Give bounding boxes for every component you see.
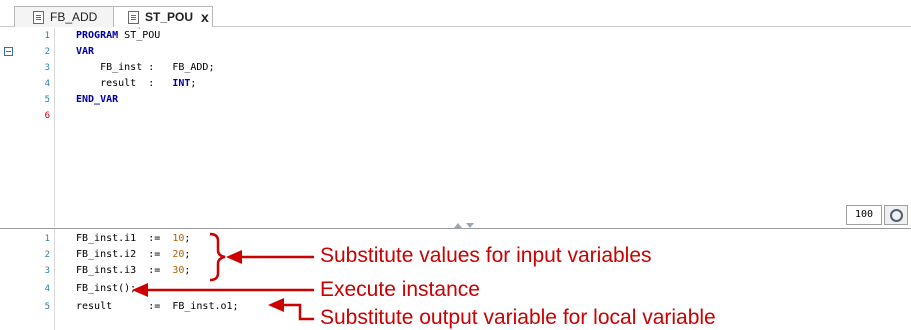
code-text: result := FB_inst.o1; <box>76 301 239 312</box>
code-line: 5 result := FB_inst.o1; <box>0 299 340 315</box>
line-number: 6 <box>44 111 50 121</box>
code-line: 2 FB_inst.i2 := 20; <box>0 247 340 263</box>
editor-tab-strip: FB_ADD ST_POU x <box>0 0 911 27</box>
tab-fb-add[interactable]: FB_ADD <box>14 6 124 27</box>
code-suffix: ; <box>190 78 197 89</box>
keyword: END_VAR <box>76 94 119 105</box>
code-text: FB_inst : FB_ADD; <box>76 62 215 73</box>
tab-label: FB_ADD <box>50 10 98 24</box>
number-literal: 10 <box>172 233 185 244</box>
code-line: 2 VAR <box>0 44 340 60</box>
code-suffix: ; <box>184 249 191 260</box>
code-suffix: ; <box>184 265 191 276</box>
line-number: 3 <box>44 266 50 276</box>
zoom-icon[interactable] <box>884 205 908 225</box>
declaration-editor[interactable]: 1 PROGRAM ST_POU 2 VAR 3 FB_inst : FB_AD… <box>0 28 911 227</box>
line-number: 4 <box>44 284 50 294</box>
code-suffix: ; <box>184 233 191 244</box>
code-text: FB_inst.i3 := <box>76 265 173 276</box>
number-literal: 30 <box>172 265 185 276</box>
code-line: 6 <box>0 108 340 124</box>
line-number: 2 <box>44 47 50 57</box>
line-number: 5 <box>44 302 50 312</box>
document-icon <box>33 10 44 24</box>
line-number: 1 <box>44 31 50 41</box>
code-text: ST_POU <box>118 30 161 41</box>
code-line: 5 END_VAR <box>0 92 340 108</box>
document-icon <box>128 10 139 24</box>
code-text: FB_inst.i2 := <box>76 249 173 260</box>
code-line: 4 result : INT; <box>0 76 340 92</box>
code-text: result : <box>76 78 173 89</box>
zoom-level[interactable]: 100 <box>846 205 882 225</box>
line-number: 5 <box>44 95 50 105</box>
type-keyword: INT <box>172 78 191 89</box>
line-number: 1 <box>44 234 50 244</box>
code-line: 3 FB_inst.i3 := 30; <box>0 263 340 279</box>
code-line: 1 FB_inst.i1 := 10; <box>0 231 340 247</box>
collapse-icon[interactable] <box>4 47 13 56</box>
line-number: 3 <box>44 63 50 73</box>
annotation-execute-instance: Execute instance <box>320 278 480 301</box>
code-line: 4 FB_inst(); <box>0 281 340 297</box>
line-number: 4 <box>44 79 50 89</box>
tab-label: ST_POU <box>145 10 194 24</box>
line-number: 2 <box>44 250 50 260</box>
tab-st-pou[interactable]: ST_POU x <box>113 6 213 27</box>
code-line: 1 PROGRAM ST_POU <box>0 28 340 44</box>
keyword: PROGRAM <box>76 30 119 41</box>
close-icon[interactable]: x <box>201 9 209 25</box>
code-text: FB_inst.i1 := <box>76 233 173 244</box>
number-literal: 20 <box>172 249 185 260</box>
keyword: VAR <box>76 46 95 57</box>
annotation-output-variable: Substitute output variable for local var… <box>320 306 716 329</box>
code-text: FB_inst(); <box>76 283 137 294</box>
annotation-input-variables: Substitute values for input variables <box>320 244 652 267</box>
code-line: 3 FB_inst : FB_ADD; <box>0 60 340 76</box>
